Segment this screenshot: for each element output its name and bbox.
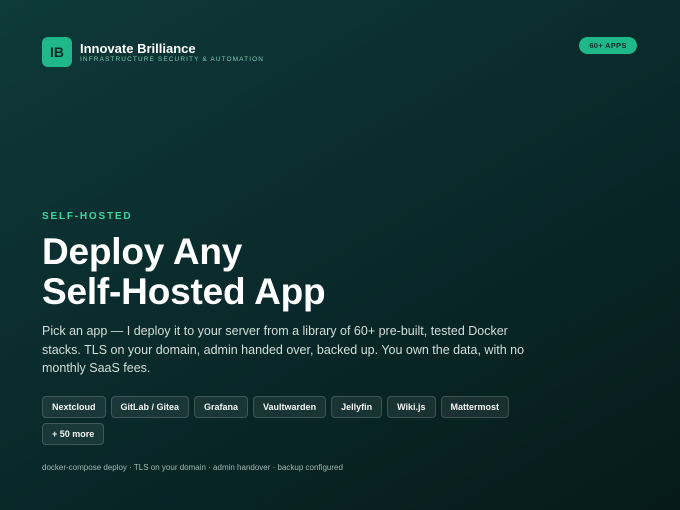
brand-name: Innovate Brilliance bbox=[80, 41, 196, 56]
hero-description: Pick an app — I deploy it to your server… bbox=[42, 324, 525, 375]
app-tag-mattermost[interactable]: Mattermost bbox=[440, 396, 510, 418]
app-tag-grafana[interactable]: Grafana bbox=[194, 396, 249, 418]
section-eyebrow: SELF-HOSTED bbox=[42, 211, 133, 222]
app-tag-more[interactable]: + 50 more bbox=[42, 423, 105, 445]
apps-count-badge: 60+ APPS bbox=[579, 37, 637, 54]
app-tag-wikijs[interactable]: Wiki.js bbox=[387, 396, 436, 418]
brand-tagline: INFRASTRUCTURE SECURITY & AUTOMATION bbox=[80, 56, 265, 63]
headline-line-1: Deploy Any bbox=[42, 231, 243, 272]
hero-headline: Deploy Any Self-Hosted App bbox=[42, 231, 326, 312]
feature-footnote: docker-compose deploy · TLS on your doma… bbox=[42, 463, 343, 472]
app-tag-nextcloud[interactable]: Nextcloud bbox=[42, 396, 106, 418]
app-tag-list: Nextcloud GitLab / Gitea Grafana Vaultwa… bbox=[42, 396, 512, 445]
headline-line-2: Self-Hosted App bbox=[42, 271, 326, 312]
app-tag-gitlab-gitea[interactable]: GitLab / Gitea bbox=[110, 396, 190, 418]
app-tag-vaultwarden[interactable]: Vaultwarden bbox=[253, 396, 327, 418]
app-tag-jellyfin[interactable]: Jellyfin bbox=[331, 396, 383, 418]
brand-logo[interactable]: IB bbox=[42, 37, 72, 67]
